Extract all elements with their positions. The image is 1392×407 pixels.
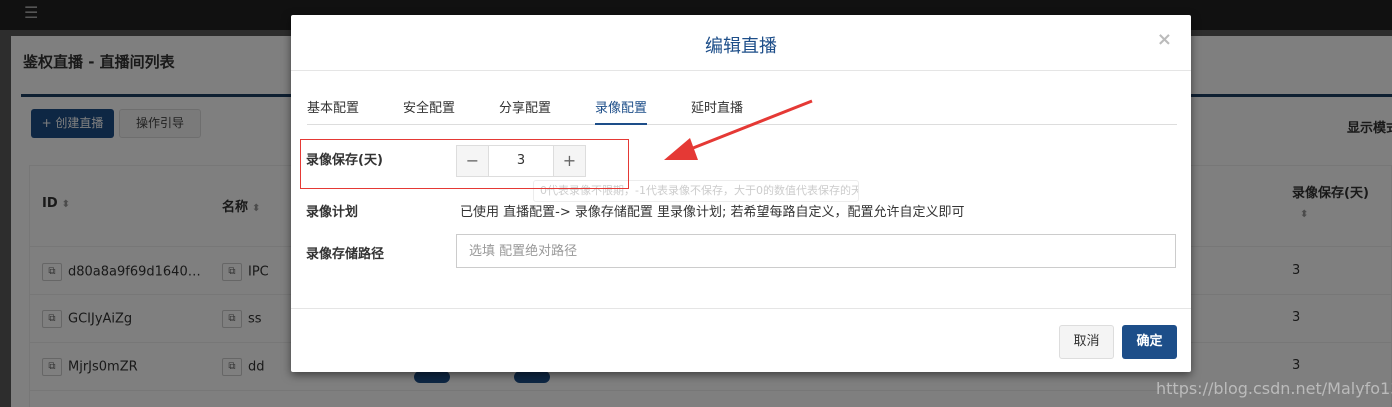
record-path-input[interactable] [456, 234, 1176, 268]
tab-share-config[interactable]: 分享配置 [499, 97, 551, 125]
record-plan-text: 已使用 直播配置-> 录像存储配置 里录像计划; 若希望每路自定义，配置允许自定… [460, 205, 965, 220]
modal-title: 编辑直播 [705, 36, 777, 57]
watermark: https://blog.csdn.net/Malyfo1314 [1156, 379, 1392, 398]
modal-footer: 取消 确定 [291, 308, 1191, 372]
edit-live-modal: 编辑直播 × 基本配置 安全配置 分享配置 录像配置 延时直播 录像保存(天) … [291, 15, 1191, 372]
modal-tabs: 基本配置 安全配置 分享配置 录像配置 延时直播 [307, 97, 1177, 125]
tab-basic-config[interactable]: 基本配置 [307, 97, 359, 125]
record-plan-label: 录像计划 [306, 205, 359, 220]
close-icon[interactable]: × [1157, 29, 1172, 50]
modal-header: 编辑直播 × [291, 15, 1191, 71]
cancel-button[interactable]: 取消 [1059, 325, 1114, 359]
record-path-label: 录像存储路径 [306, 247, 385, 262]
tab-record-config[interactable]: 录像配置 [595, 97, 648, 125]
tab-security-config[interactable]: 安全配置 [403, 97, 455, 125]
tab-delay-live[interactable]: 延时直播 [691, 97, 743, 125]
annotation-highlight-box [300, 139, 629, 189]
confirm-button[interactable]: 确定 [1122, 325, 1177, 359]
